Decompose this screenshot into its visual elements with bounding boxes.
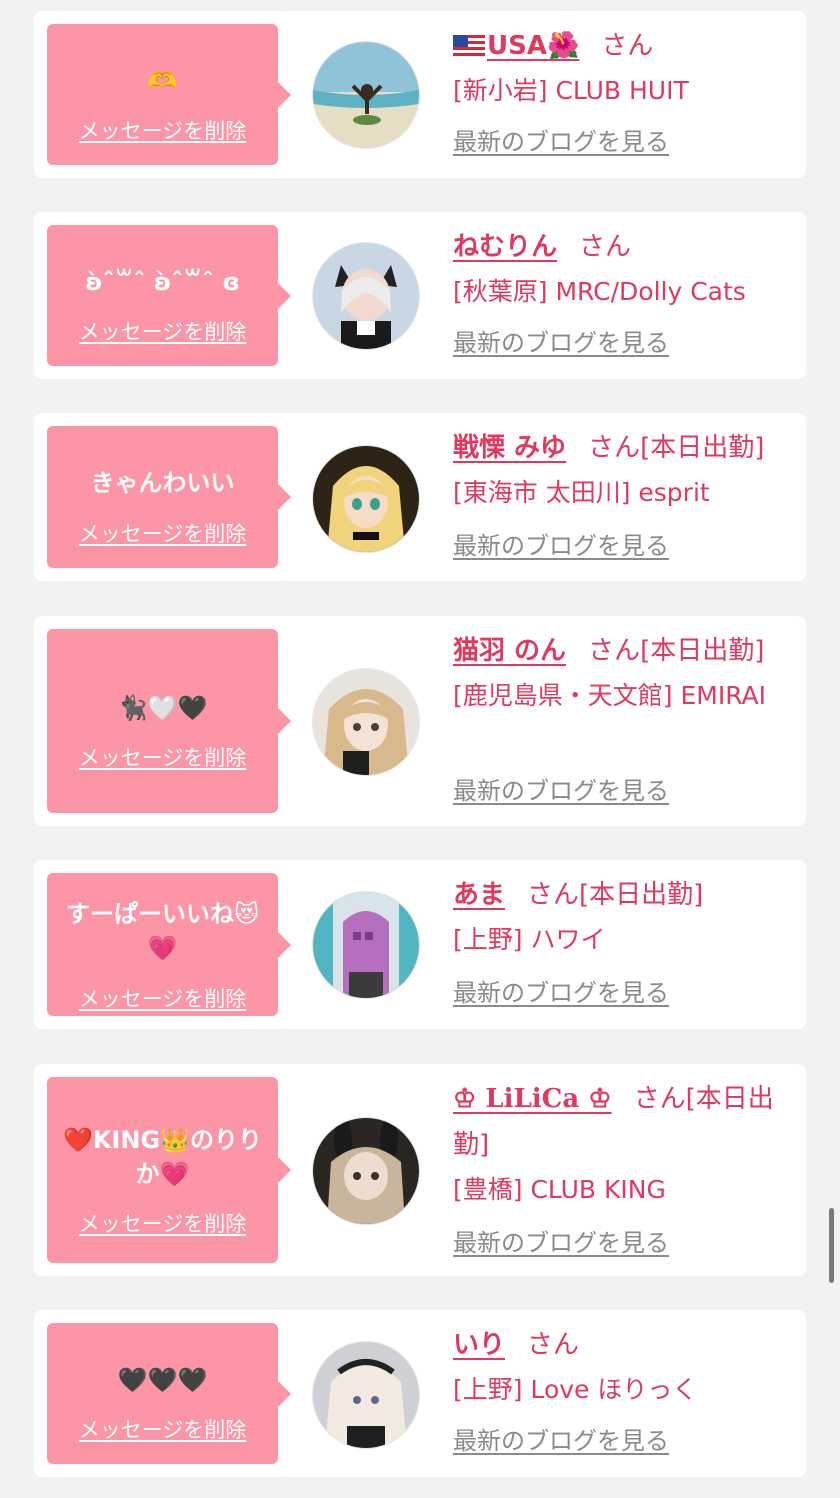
view-latest-blog-link[interactable]: 最新のブログを見る: [453, 328, 669, 358]
message-bubble: すーぱーいいね😻💗 メッセージを削除: [47, 873, 291, 1016]
view-latest-blog-link[interactable]: 最新のブログを見る: [453, 531, 669, 561]
shop-name: [東海市 太田川] esprit: [453, 478, 710, 507]
honorific: さん: [527, 880, 580, 910]
delete-message-link[interactable]: メッセージを削除: [47, 1418, 278, 1442]
cast-info: USA🌺 さん [新小岩] CLUB HUIT: [453, 23, 786, 113]
attendance-badge: [本日出勤]: [579, 880, 704, 910]
name-line: 猫羽 のん さん[本日出勤]: [453, 628, 786, 674]
name-line: あま さん[本日出勤]: [453, 872, 786, 918]
message-text: きゃんわいい: [90, 469, 235, 497]
cast-info: ♔ LiLiCa ♔ さん[本日出勤] [豊橋] CLUB KING: [453, 1076, 786, 1212]
message-bubble: きゃんわいい メッセージを削除: [47, 426, 291, 568]
name-line: ねむりん さん: [453, 224, 786, 270]
avatar[interactable]: [312, 668, 420, 776]
honorific: さん: [579, 232, 632, 262]
usa-flag-icon: [453, 35, 485, 57]
message-bubble: 🫶 メッセージを削除: [47, 24, 291, 165]
avatar[interactable]: [312, 445, 420, 553]
message-text: すーぱーいいね😻💗: [65, 900, 260, 962]
honorific: さん: [588, 636, 641, 666]
delete-message-link[interactable]: メッセージを削除: [47, 1212, 278, 1236]
delete-message-link[interactable]: メッセージを削除: [47, 320, 278, 344]
name-line: いり さん: [453, 1322, 786, 1368]
name-line: 戦慄 みゆ さん[本日出勤]: [453, 425, 786, 471]
cast-name-link[interactable]: 戦慄 みゆ: [453, 433, 566, 463]
list-item: 🐈‍⬛🤍🖤 メッセージを削除 猫羽 のん さん[本日出勤] [鹿児島県・天文館] …: [34, 616, 806, 826]
message-bubble: 🖤🖤🖤 メッセージを削除: [47, 1323, 291, 1464]
avatar[interactable]: [312, 1117, 420, 1225]
attendance-badge: [本日出勤]: [640, 433, 765, 463]
view-latest-blog-link[interactable]: 最新のブログを見る: [453, 1228, 669, 1258]
avatar[interactable]: [312, 41, 420, 149]
message-bubble: ❤️KING👑のりりか💗 メッセージを削除: [47, 1077, 291, 1263]
shop-name: [上野] ハワイ: [453, 925, 606, 954]
message-text: 🐈‍⬛🤍🖤: [117, 694, 208, 722]
list-item: 🖤🖤🖤 メッセージを削除 いり さん [上野] Love ほりっく 最新のブログを…: [34, 1310, 806, 1477]
list-item: すーぱーいいね😻💗 メッセージを削除 あま さん[本日出勤] [上野] ハワイ 最…: [34, 860, 806, 1029]
view-latest-blog-link[interactable]: 最新のブログを見る: [453, 978, 669, 1008]
cast-name-link[interactable]: あま: [453, 880, 505, 910]
shop-name: [鹿児島県・天文館] EMIRAI: [453, 681, 767, 710]
list-item: 🫶 メッセージを削除 USA🌺 さん [新小岩] CLUB HUIT 最新のブロ…: [34, 11, 806, 178]
attendance-badge: [本日出勤]: [640, 636, 765, 666]
honorific: さん: [633, 1084, 686, 1114]
cast-name-text: USA🌺: [487, 31, 580, 61]
message-bubble: ʚ̀ˆ꒳ˆ ʚ̀ˆ꒳ˆ ɞ メッセージを削除: [47, 225, 291, 366]
scrollbar[interactable]: [829, 1208, 834, 1283]
list-item: ʚ̀ˆ꒳ˆ ʚ̀ˆ꒳ˆ ɞ メッセージを削除 ねむりん さん [秋葉原] MRC/…: [34, 212, 806, 379]
cast-name-link[interactable]: ♔ LiLiCa ♔: [453, 1084, 612, 1114]
delete-message-link[interactable]: メッセージを削除: [47, 522, 278, 546]
name-line: ♔ LiLiCa ♔ さん[本日出勤]: [453, 1076, 786, 1168]
list-item: きゃんわいい メッセージを削除 戦慄 みゆ さん[本日出勤] [東海市 太田川] …: [34, 413, 806, 581]
cast-info: 戦慄 みゆ さん[本日出勤] [東海市 太田川] esprit: [453, 425, 786, 515]
shop-name: [新小岩] CLUB HUIT: [453, 76, 689, 105]
cast-name-link[interactable]: 猫羽 のん: [453, 636, 566, 666]
avatar[interactable]: [312, 1341, 420, 1449]
name-line: USA🌺 さん: [453, 23, 786, 69]
honorific: さん: [601, 31, 654, 61]
message-bubble: 🐈‍⬛🤍🖤 メッセージを削除: [47, 629, 291, 813]
cast-name-link[interactable]: USA🌺: [453, 31, 579, 61]
message-text: ❤️KING👑のりりか💗: [62, 1126, 263, 1188]
cast-info: あま さん[本日出勤] [上野] ハワイ: [453, 872, 786, 962]
shop-name: [豊橋] CLUB KING: [453, 1175, 666, 1204]
cast-name-link[interactable]: ねむりん: [453, 232, 557, 262]
shop-name: [上野] Love ほりっく: [453, 1375, 698, 1404]
list-item: ❤️KING👑のりりか💗 メッセージを削除 ♔ LiLiCa ♔ さん[本日出勤]…: [34, 1064, 806, 1276]
message-text: 🖤🖤🖤: [117, 1366, 208, 1394]
view-latest-blog-link[interactable]: 最新のブログを見る: [453, 127, 669, 157]
honorific: さん: [588, 433, 641, 463]
avatar[interactable]: [312, 891, 420, 999]
honorific: さん: [527, 1330, 580, 1360]
delete-message-link[interactable]: メッセージを削除: [47, 119, 278, 143]
avatar[interactable]: [312, 242, 420, 350]
message-text: 🫶: [147, 67, 178, 95]
view-latest-blog-link[interactable]: 最新のブログを見る: [453, 1426, 669, 1456]
delete-message-link[interactable]: メッセージを削除: [47, 746, 278, 770]
delete-message-link[interactable]: メッセージを削除: [47, 987, 278, 1011]
message-text: ʚ̀ˆ꒳ˆ ʚ̀ˆ꒳ˆ ɞ: [85, 268, 240, 296]
cast-name-link[interactable]: いり: [453, 1330, 505, 1360]
view-latest-blog-link[interactable]: 最新のブログを見る: [453, 776, 669, 806]
cast-info: ねむりん さん [秋葉原] MRC/Dolly Cats: [453, 224, 786, 314]
cast-info: 猫羽 のん さん[本日出勤] [鹿児島県・天文館] EMIRAI: [453, 628, 786, 718]
cast-info: いり さん [上野] Love ほりっく: [453, 1322, 786, 1412]
shop-name: [秋葉原] MRC/Dolly Cats: [453, 277, 746, 306]
